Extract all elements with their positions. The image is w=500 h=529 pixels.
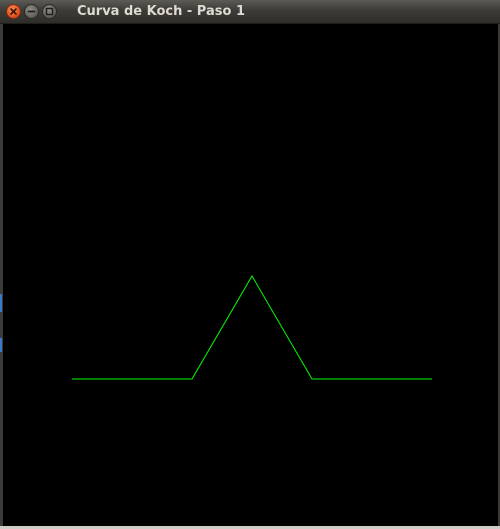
drawing-canvas xyxy=(3,24,498,526)
koch-curve xyxy=(72,275,432,380)
app-window: Curva de Koch - Paso 1 xyxy=(0,0,500,529)
window-title: Curva de Koch - Paso 1 xyxy=(77,4,246,19)
maximize-icon xyxy=(45,7,54,16)
title-bar[interactable]: Curva de Koch - Paso 1 xyxy=(0,0,500,24)
maximize-button[interactable] xyxy=(42,4,57,19)
minimize-icon xyxy=(27,10,36,13)
minimize-button[interactable] xyxy=(24,4,39,19)
window-controls xyxy=(6,4,57,20)
close-icon xyxy=(10,8,17,15)
close-button[interactable] xyxy=(6,4,21,19)
koch-curve-drawing xyxy=(72,275,432,380)
